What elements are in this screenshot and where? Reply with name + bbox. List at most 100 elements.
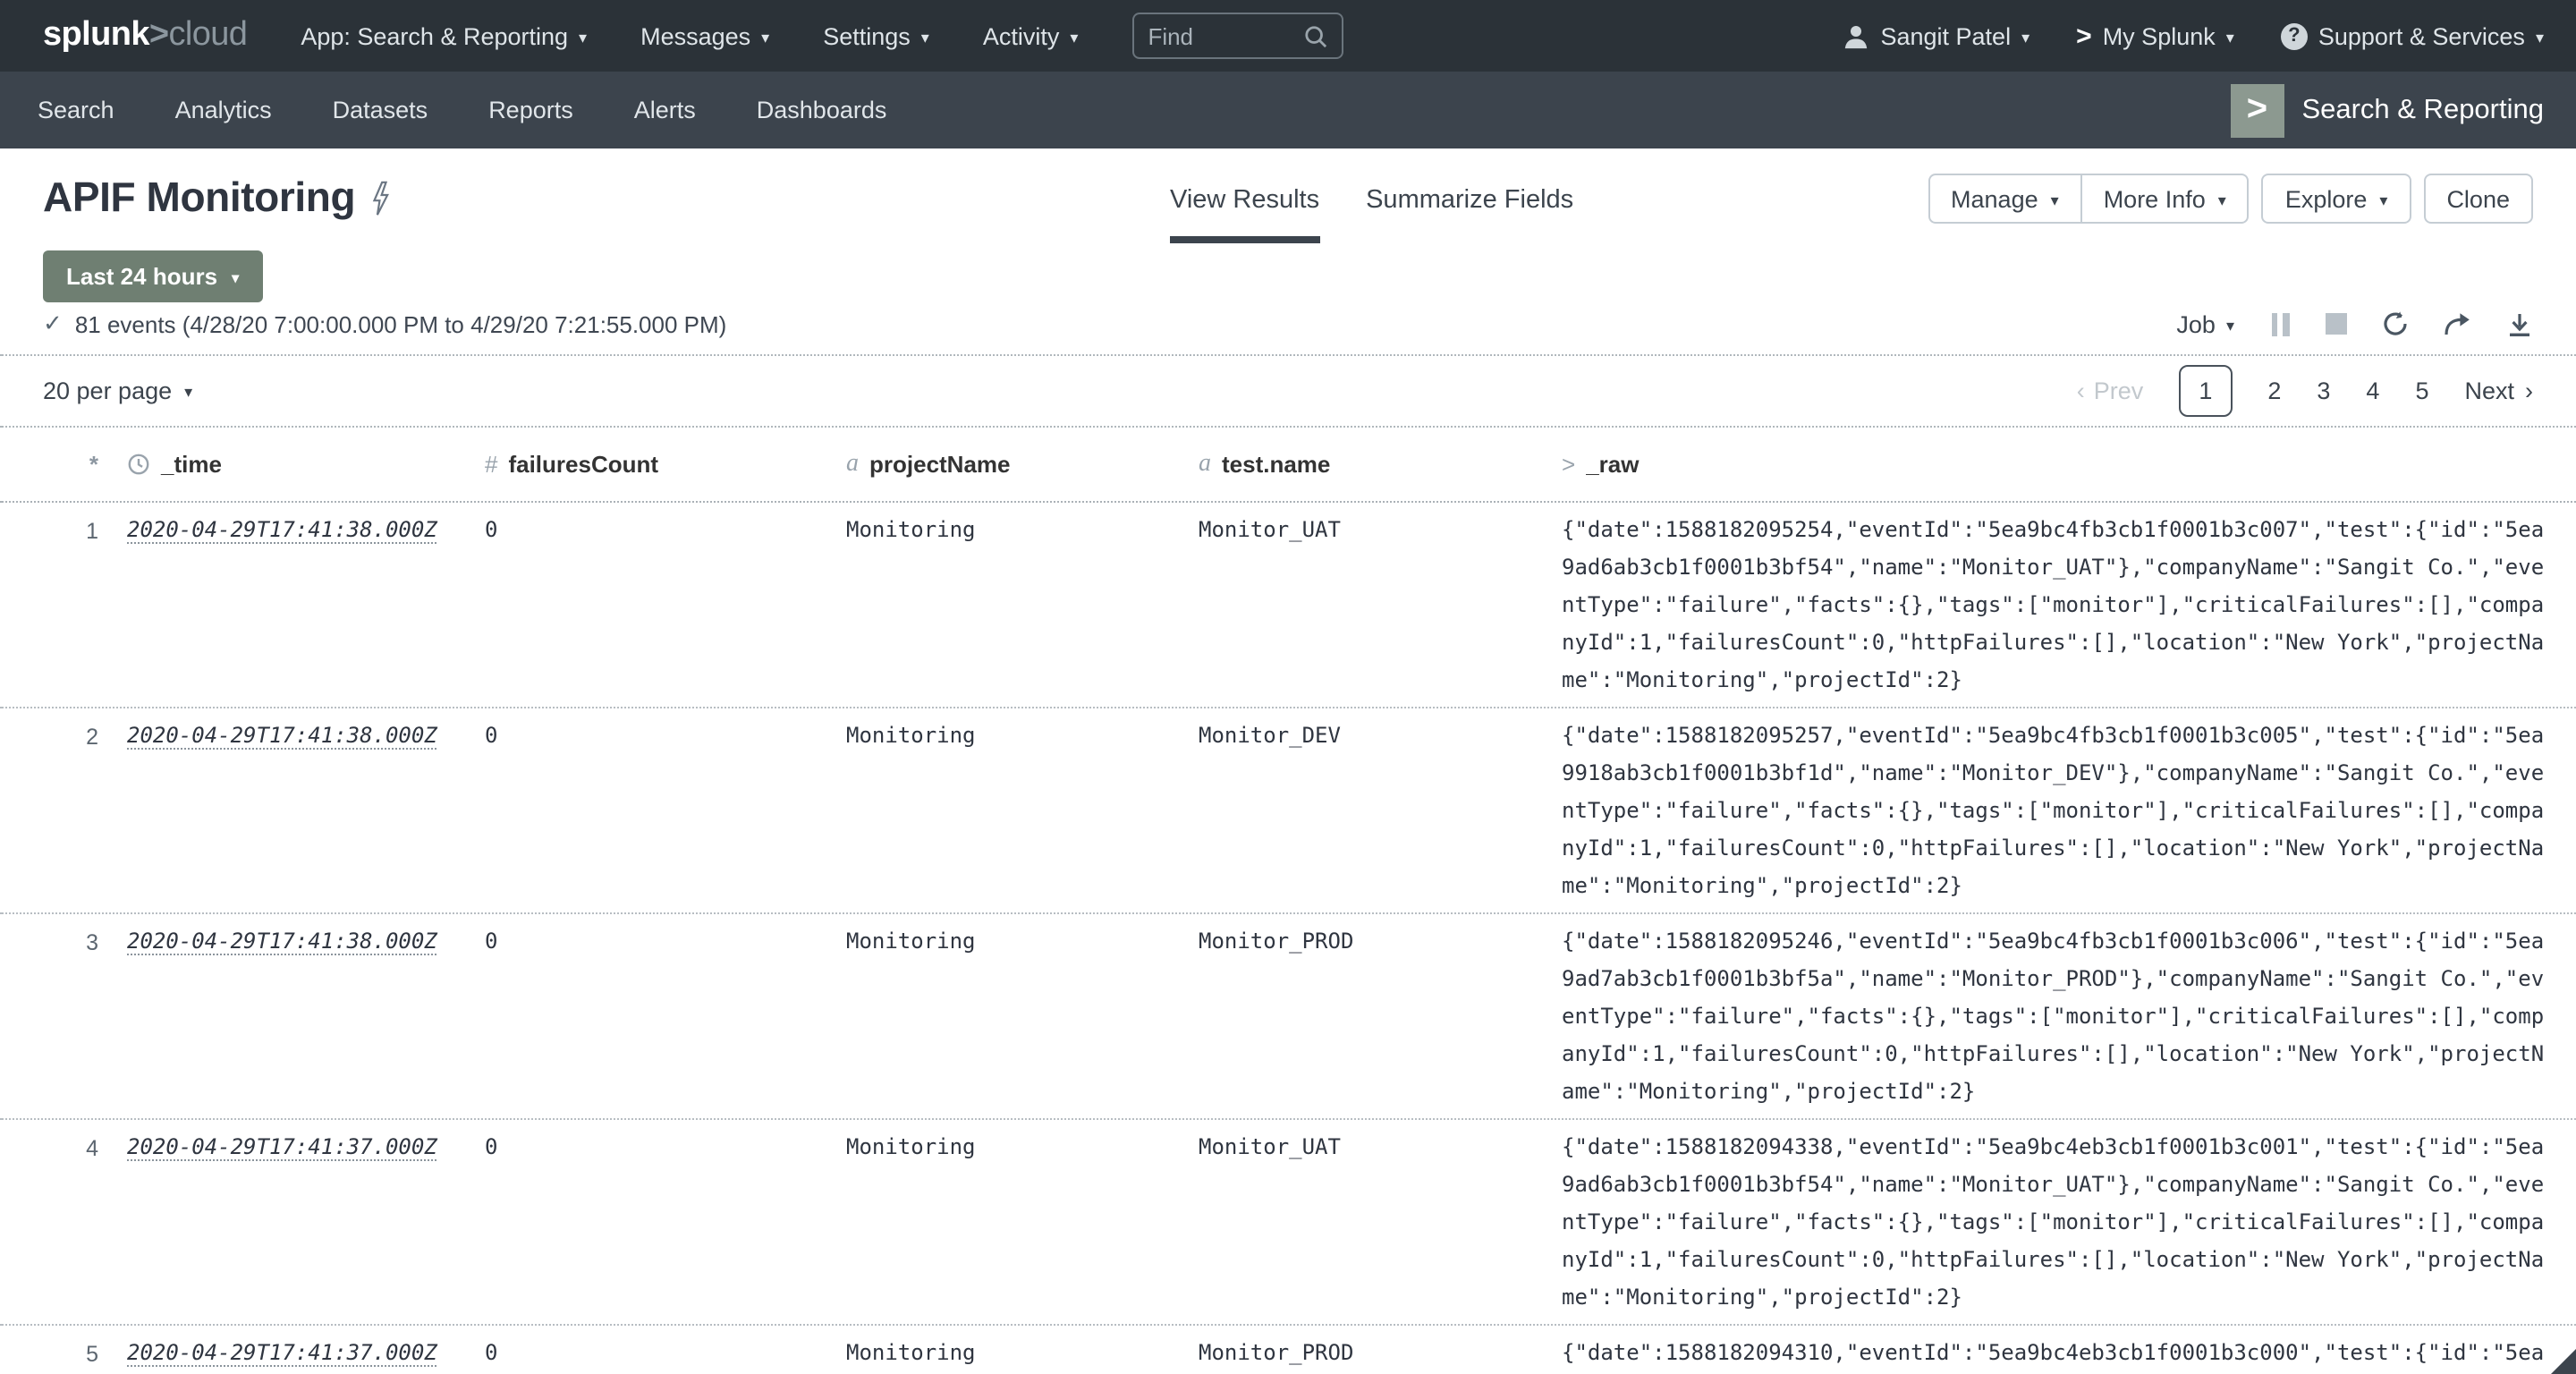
testname-cell[interactable]: Monitor_DEV — [1199, 717, 1562, 755]
menu-messages[interactable]: Messages ▾ — [640, 22, 769, 49]
menu-activity[interactable]: Activity ▾ — [983, 22, 1079, 49]
nav-item-dashboards[interactable]: Dashboards — [757, 97, 887, 123]
chevron-down-icon: ▾ — [2217, 191, 2226, 208]
user-name: Sangit Patel — [1880, 22, 2012, 49]
chevron-down-icon: ▾ — [184, 383, 193, 401]
share-icon[interactable] — [2444, 311, 2472, 336]
column-header-time[interactable]: _time — [127, 451, 485, 478]
raw-cell[interactable]: {"date":1588182095254,"eventId":"5ea9bc4… — [1562, 512, 2556, 700]
page-button-1[interactable]: 1 — [2179, 365, 2233, 417]
projectname-cell[interactable]: Monitoring — [846, 512, 1199, 549]
failurescount-cell[interactable]: 0 — [485, 717, 846, 755]
events-summary: 81 events (4/28/20 7:00:00.000 PM to 4/2… — [74, 310, 727, 337]
string-type-icon: a — [846, 450, 859, 477]
string-type-icon: a — [1199, 450, 1211, 477]
time-cell[interactable]: 2020-04-29T17:41:37.000Z — [127, 1340, 437, 1367]
testname-cell[interactable]: Monitor_UAT — [1199, 512, 1562, 549]
menu-activity-label: Activity — [982, 22, 1060, 49]
bolt-icon — [371, 180, 389, 215]
nav-item-reports[interactable]: Reports — [488, 97, 573, 123]
table-row: 4 2020-04-29T17:41:37.000Z 0 Monitoring … — [0, 1120, 2576, 1326]
chevron-down-icon: ▾ — [232, 270, 240, 286]
projectname-cell[interactable]: Monitoring — [846, 1129, 1199, 1166]
time-range-picker[interactable]: Last 24 hours ▾ — [43, 250, 263, 302]
top-nav-bar: splunk>cloud App: Search & Reporting ▾ M… — [0, 0, 2576, 72]
page-button-3[interactable]: 3 — [2317, 377, 2330, 404]
page-title: APIF Monitoring — [43, 174, 356, 220]
support-menu[interactable]: ? Support & Services ▾ — [2280, 22, 2544, 49]
explore-label: Explore — [2284, 185, 2368, 212]
my-splunk-menu[interactable]: > My Splunk ▾ — [2076, 21, 2234, 51]
testname-cell[interactable]: Monitor_PROD — [1199, 923, 1562, 961]
reload-icon[interactable] — [2381, 310, 2410, 338]
more-info-button[interactable]: More Info ▾ — [2080, 174, 2250, 224]
projectname-cell[interactable]: Monitoring — [846, 1335, 1199, 1372]
user-menu[interactable]: Sangit Patel ▾ — [1843, 22, 2029, 49]
tab-view-results[interactable]: View Results — [1170, 186, 1320, 243]
download-icon[interactable] — [2506, 310, 2533, 337]
splunk-cloud-logo[interactable]: splunk>cloud — [43, 16, 248, 55]
failurescount-cell[interactable]: 0 — [485, 512, 846, 549]
clone-button[interactable]: Clone — [2423, 174, 2533, 224]
explore-button[interactable]: Explore ▾ — [2261, 174, 2411, 224]
chevron-right-icon: › — [2525, 377, 2533, 404]
find-input[interactable] — [1148, 22, 1293, 49]
per-page-label: 20 per page — [43, 377, 173, 404]
page-button-2[interactable]: 2 — [2267, 377, 2281, 404]
clock-icon — [128, 454, 149, 475]
select-all-header[interactable]: * — [43, 451, 127, 478]
time-cell[interactable]: 2020-04-29T17:41:37.000Z — [127, 1134, 437, 1161]
menu-app[interactable]: App: Search & Reporting ▾ — [301, 22, 587, 49]
pager: ‹ Prev 1 2 3 4 5 Next › — [2077, 365, 2533, 417]
stop-icon[interactable] — [2326, 313, 2347, 335]
time-cell[interactable]: 2020-04-29T17:41:38.000Z — [127, 517, 437, 544]
menu-settings-label: Settings — [823, 22, 911, 49]
more-info-label: More Info — [2103, 185, 2206, 212]
search-reporting-app-icon: > — [2230, 83, 2284, 137]
per-page-selector[interactable]: 20 per page ▾ — [43, 377, 192, 404]
column-label-failurescount: failuresCount — [508, 451, 659, 478]
table-row: 5 2020-04-29T17:41:37.000Z 0 Monitoring … — [0, 1326, 2576, 1374]
projectname-cell[interactable]: Monitoring — [846, 717, 1199, 755]
page-button-5[interactable]: 5 — [2415, 377, 2428, 404]
job-menu[interactable]: Job ▾ — [2176, 310, 2234, 337]
chevron-down-icon: ▾ — [2021, 28, 2030, 46]
job-menu-label: Job — [2176, 310, 2216, 337]
raw-cell[interactable]: {"date":1588182094310,"eventId":"5ea9bc4… — [1562, 1335, 2556, 1374]
manage-button[interactable]: Manage ▾ — [1928, 174, 2082, 224]
raw-cell[interactable]: {"date":1588182094338,"eventId":"5ea9bc4… — [1562, 1129, 2556, 1317]
report-actions: Manage ▾ More Info ▾ Explore ▾ Clone — [1928, 174, 2533, 224]
chevron-down-icon: ▾ — [1070, 28, 1079, 46]
next-page-button[interactable]: Next › — [2464, 377, 2533, 404]
page-button-4[interactable]: 4 — [2366, 377, 2379, 404]
time-cell[interactable]: 2020-04-29T17:41:38.000Z — [127, 723, 437, 750]
menu-settings[interactable]: Settings ▾ — [823, 22, 929, 49]
chevron-down-icon: ▾ — [761, 28, 770, 46]
column-label-testname: test.name — [1222, 451, 1331, 478]
nav-item-datasets[interactable]: Datasets — [333, 97, 428, 123]
chevron-down-icon: ▾ — [579, 28, 588, 46]
failurescount-cell[interactable]: 0 — [485, 923, 846, 961]
column-header-testname[interactable]: a test.name — [1199, 450, 1562, 479]
testname-cell[interactable]: Monitor_PROD — [1199, 1335, 1562, 1372]
time-range-label: Last 24 hours — [66, 263, 218, 290]
nav-item-search[interactable]: Search — [38, 97, 114, 123]
pause-icon[interactable] — [2268, 312, 2292, 335]
tab-summarize-fields[interactable]: Summarize Fields — [1366, 186, 1573, 243]
column-header-projectname[interactable]: a projectName — [846, 450, 1199, 479]
nav-item-analytics[interactable]: Analytics — [175, 97, 272, 123]
raw-cell[interactable]: {"date":1588182095246,"eventId":"5ea9bc4… — [1562, 923, 2556, 1111]
column-header-failurescount[interactable]: # failuresCount — [485, 451, 846, 478]
column-label-raw: _raw — [1586, 451, 1640, 478]
manage-label: Manage — [1951, 185, 2038, 212]
raw-cell[interactable]: {"date":1588182095257,"eventId":"5ea9bc4… — [1562, 717, 2556, 905]
column-header-raw[interactable]: > _raw — [1562, 451, 2556, 478]
failurescount-cell[interactable]: 0 — [485, 1335, 846, 1372]
app-badge: > Search & Reporting — [2230, 83, 2544, 137]
projectname-cell[interactable]: Monitoring — [846, 923, 1199, 961]
failurescount-cell[interactable]: 0 — [485, 1129, 846, 1166]
find-search-box[interactable] — [1131, 13, 1343, 59]
time-cell[interactable]: 2020-04-29T17:41:38.000Z — [127, 929, 437, 955]
testname-cell[interactable]: Monitor_UAT — [1199, 1129, 1562, 1166]
nav-item-alerts[interactable]: Alerts — [634, 97, 696, 123]
